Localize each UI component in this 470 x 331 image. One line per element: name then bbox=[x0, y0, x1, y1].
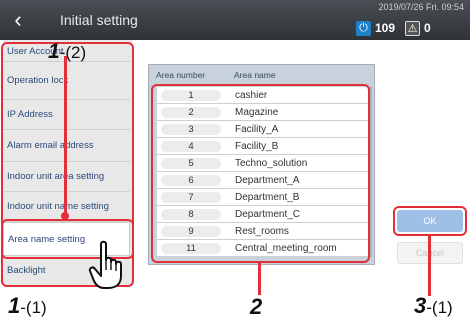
back-button[interactable]: ‹ bbox=[0, 0, 36, 40]
power-icon: ⏻ bbox=[356, 20, 371, 36]
callout-sub: -(1) bbox=[426, 298, 453, 317]
annotation-box-table bbox=[151, 84, 370, 263]
page-title: Initial setting bbox=[60, 12, 138, 28]
table-header: Area number Area name bbox=[153, 70, 371, 82]
callout-main: 3 bbox=[414, 293, 427, 318]
chevron-left-icon: ‹ bbox=[14, 7, 22, 32]
callout-sub: -(1) bbox=[20, 298, 47, 317]
warning-icon: ⚠ bbox=[405, 20, 421, 36]
callout-3-1: 3-(1) bbox=[414, 293, 453, 319]
column-header-area-number: Area number bbox=[156, 70, 206, 80]
callout-main: 1 bbox=[8, 293, 21, 318]
column-header-area-name: Area name bbox=[234, 70, 276, 80]
top-bar: ‹ Initial setting 2019/07/26 Fri. 09:54 … bbox=[0, 0, 470, 40]
annotation-box-ok bbox=[393, 206, 467, 236]
status-area: ⏻ 109 ⚠ 0 bbox=[356, 18, 466, 38]
hand-pointer-icon bbox=[88, 240, 122, 289]
callout-1-2: 1-(2) bbox=[48, 40, 86, 64]
alarm-count: 0 bbox=[424, 21, 431, 35]
callout-sub: -(2) bbox=[59, 43, 87, 62]
power-count: 109 bbox=[375, 21, 396, 35]
annotation-line-3-1 bbox=[428, 236, 431, 296]
annotation-line-2 bbox=[258, 263, 261, 295]
callout-main: 1 bbox=[48, 40, 60, 63]
datetime-display: 2019/07/26 Fri. 09:54 bbox=[378, 2, 464, 12]
callout-1-1: 1-(1) bbox=[8, 293, 47, 319]
annotation-dot-1-2 bbox=[61, 212, 69, 220]
callout-main: 2 bbox=[250, 294, 263, 319]
callout-2: 2 bbox=[250, 294, 262, 320]
annotation-line-1-2 bbox=[64, 56, 67, 214]
